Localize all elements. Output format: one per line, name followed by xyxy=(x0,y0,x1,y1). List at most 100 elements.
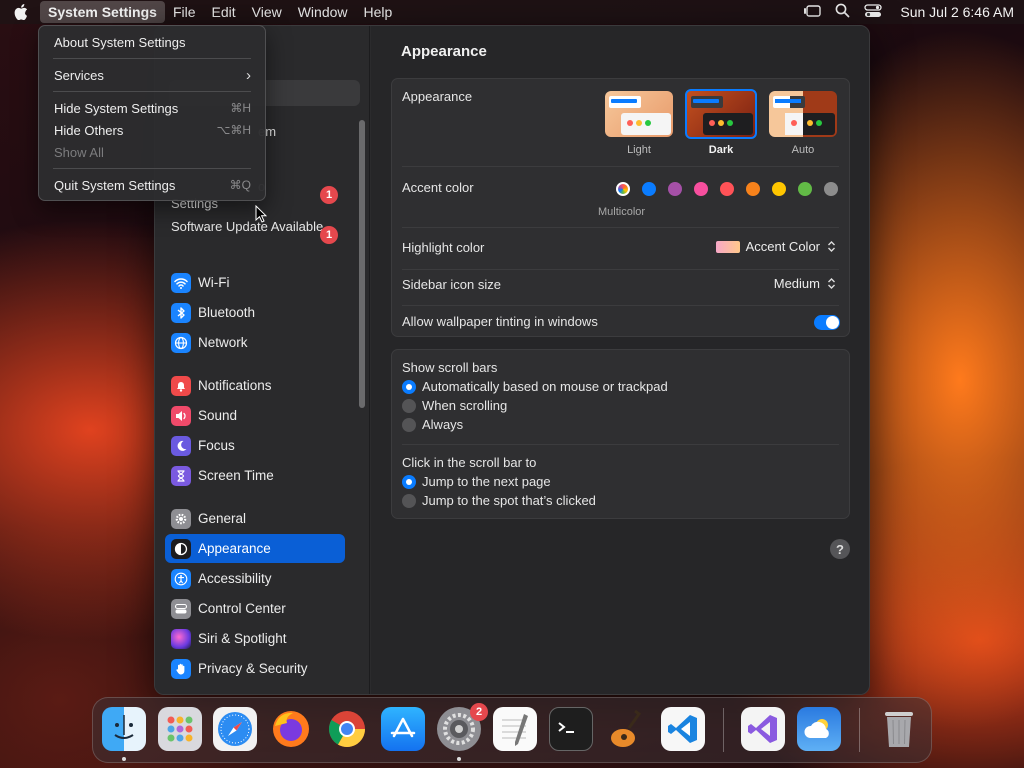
sidebar-item-network[interactable]: Network xyxy=(165,328,345,357)
dock-firefox-icon[interactable] xyxy=(269,707,313,751)
menu-bar: System Settings File Edit View Window He… xyxy=(0,0,1024,24)
radio-button[interactable] xyxy=(402,493,416,508)
accent-multicolor-swatch[interactable] xyxy=(616,182,630,196)
sidebar-item-accessibility[interactable]: Accessibility xyxy=(165,564,345,593)
sidebar-icon-size-value: Medium xyxy=(773,276,820,291)
accent-graphite-swatch[interactable] xyxy=(824,182,838,196)
dock: 2 xyxy=(92,697,932,763)
sidebar-item-label: Privacy & Security xyxy=(198,661,308,676)
dock-visual-studio-icon[interactable] xyxy=(741,707,785,751)
click-scroll-option-next-page[interactable]: Jump to the next page xyxy=(402,474,551,489)
menu-item-hide-others[interactable]: Hide Others ⌥⌘H xyxy=(54,120,251,140)
highlight-color-popup[interactable]: Accent Color xyxy=(715,239,837,254)
dock-launchpad-icon[interactable] xyxy=(158,707,202,751)
appearance-icon xyxy=(171,538,191,559)
scroll-bar-settings-card: Show scroll bars Automatically based on … xyxy=(391,349,850,519)
sidebar-item-label: Sound xyxy=(198,408,238,423)
sidebar-item-screen-time[interactable]: Screen Time xyxy=(165,461,345,490)
dock-safari-icon[interactable] xyxy=(213,707,257,751)
appearance-option-dark-label: Dark xyxy=(708,144,734,156)
speaker-icon xyxy=(171,405,191,426)
radio-button[interactable] xyxy=(402,474,416,489)
sidebar-item-wifi[interactable]: Wi-Fi xyxy=(165,268,345,297)
scroll-bars-option-scrolling[interactable]: When scrolling xyxy=(402,398,507,413)
menu-item-quit[interactable]: Quit System Settings ⌘Q xyxy=(54,175,251,195)
sidebar-icon-size-popup[interactable]: Medium xyxy=(774,276,837,291)
radio-button[interactable] xyxy=(402,379,416,394)
control-center-icon[interactable] xyxy=(864,3,883,21)
dock-terminal-icon[interactable] xyxy=(549,707,593,751)
sidebar-item-label: Control Center xyxy=(198,601,286,616)
dock-vscode-icon[interactable] xyxy=(661,707,705,751)
sidebar-item-appearance[interactable]: Appearance xyxy=(165,534,345,563)
highlight-color-label: Highlight color xyxy=(402,240,485,255)
dock-app-store-icon[interactable] xyxy=(381,707,425,751)
menu-item-label: Services xyxy=(54,67,104,83)
sidebar-item-focus[interactable]: Focus xyxy=(165,431,345,460)
appearance-option-light[interactable] xyxy=(605,91,673,137)
wallpaper-tinting-toggle[interactable] xyxy=(814,315,840,330)
dock-chrome-icon[interactable] xyxy=(325,707,369,751)
chevron-updown-icon xyxy=(826,240,837,254)
menu-edit[interactable]: Edit xyxy=(204,1,244,23)
scroll-bars-option-auto[interactable]: Automatically based on mouse or trackpad xyxy=(402,379,668,394)
menu-help[interactable]: Help xyxy=(356,1,401,23)
radio-button[interactable] xyxy=(402,417,416,432)
sidebar-item-siri-spotlight[interactable]: Siri & Spotlight xyxy=(165,624,345,653)
dock-running-indicator xyxy=(457,757,461,761)
sidebar-item-sound[interactable]: Sound xyxy=(165,401,345,430)
stage-manager-icon[interactable] xyxy=(803,4,822,21)
apple-menu-icon[interactable] xyxy=(10,0,32,24)
accent-blue-swatch[interactable] xyxy=(642,182,656,196)
scroll-bars-option-always[interactable]: Always xyxy=(402,417,463,432)
dock-trash-icon[interactable] xyxy=(877,707,921,751)
accent-pink-swatch[interactable] xyxy=(694,182,708,196)
dock-separator xyxy=(859,708,860,752)
bluetooth-icon xyxy=(171,302,191,323)
dock-textedit-icon[interactable] xyxy=(493,707,537,751)
sidebar-item-label: Focus xyxy=(198,438,235,453)
menu-app-name[interactable]: System Settings xyxy=(40,1,165,23)
sidebar-item-general[interactable]: General xyxy=(165,504,345,533)
sidebar-item-privacy-security[interactable]: Privacy & Security xyxy=(165,654,345,683)
appearance-option-light-label: Light xyxy=(627,144,651,156)
dock-finder-icon[interactable] xyxy=(102,707,146,751)
accent-green-swatch[interactable] xyxy=(798,182,812,196)
divider xyxy=(402,227,839,228)
accent-red-swatch[interactable] xyxy=(720,182,734,196)
sidebar-item-bluetooth[interactable]: Bluetooth xyxy=(165,298,345,327)
mouse-cursor-icon xyxy=(255,204,268,226)
radio-label: Always xyxy=(422,417,464,432)
sidebar-item-label: Wi-Fi xyxy=(198,275,230,290)
sidebar-scrollbar[interactable] xyxy=(359,120,365,408)
help-button[interactable]: ? xyxy=(830,539,850,559)
menu-item-label: Hide Others xyxy=(54,122,124,138)
dock-garageband-icon[interactable] xyxy=(605,707,649,751)
moon-icon xyxy=(171,435,191,456)
sidebar-item-notifications[interactable]: Notifications xyxy=(165,371,345,400)
accent-yellow-swatch[interactable] xyxy=(772,182,786,196)
radio-label: When scrolling xyxy=(422,398,508,413)
menu-item-services[interactable]: Services › xyxy=(54,65,251,85)
click-scroll-option-spot[interactable]: Jump to the spot that’s clicked xyxy=(402,493,596,508)
accent-purple-swatch[interactable] xyxy=(668,182,682,196)
accent-orange-swatch[interactable] xyxy=(746,182,760,196)
spotlight-search-icon[interactable] xyxy=(835,3,850,21)
menu-separator xyxy=(53,91,251,92)
menu-view[interactable]: View xyxy=(244,1,290,23)
menu-item-hide[interactable]: Hide System Settings ⌘H xyxy=(54,98,251,118)
appearance-option-auto[interactable] xyxy=(769,91,837,137)
menu-window[interactable]: Window xyxy=(290,1,356,23)
divider xyxy=(402,269,839,270)
appearance-settings-card: Appearance Light Dark Auto Accent color … xyxy=(391,78,850,337)
menu-item-label: Show All xyxy=(54,144,104,160)
dock-settings-badge: 2 xyxy=(470,703,488,721)
appearance-option-dark[interactable] xyxy=(685,89,757,139)
dock-weather-icon[interactable] xyxy=(797,707,841,751)
menu-item-about[interactable]: About System Settings xyxy=(54,32,251,52)
menu-clock[interactable]: Sun Jul 2 6:46 AM xyxy=(900,4,1014,20)
menu-file[interactable]: File xyxy=(165,1,204,23)
sidebar-item-label: Accessibility xyxy=(198,571,272,586)
sidebar-item-control-center[interactable]: Control Center xyxy=(165,594,345,623)
radio-button[interactable] xyxy=(402,398,416,413)
